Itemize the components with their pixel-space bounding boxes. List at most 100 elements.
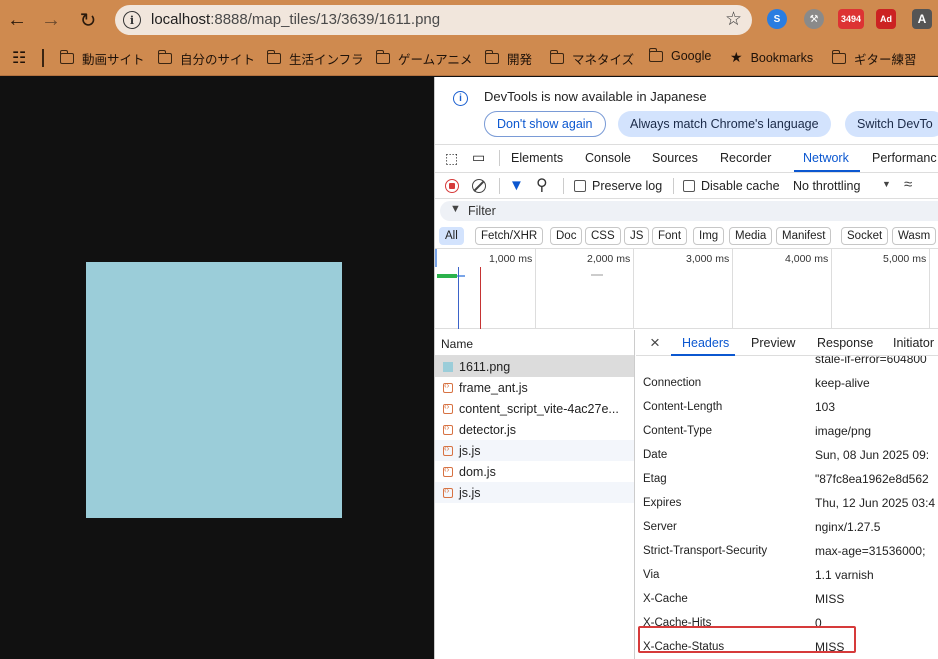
bookmark-folder-8[interactable]: ギター練習 [831,49,917,68]
disable-cache-checkbox[interactable]: Disable cache [683,179,780,193]
address-bar[interactable]: i localhost:8888/map_tiles/13/3639/1611.… [115,5,752,35]
bookmark-folder-1[interactable]: 自分のサイト [157,49,255,68]
request-row[interactable]: js.js [435,440,634,461]
request-row[interactable]: dom.js [435,461,634,482]
profile-icon[interactable]: A [912,9,932,29]
header-key[interactable]: X-Cache [643,593,688,605]
filter-funnel-icon[interactable]: ▼ [509,177,524,194]
header-value[interactable]: 103 [815,400,835,414]
bookmark-star-icon[interactable]: ☆ [725,8,742,31]
dont-show-again-button[interactable]: Don't show again [484,111,606,137]
timeline-label: 5,000 ms [883,253,927,265]
header-value[interactable]: nginx/1.27.5 [815,520,880,534]
request-row[interactable]: content_script_vite-4ac27e... [435,398,634,419]
match-language-button[interactable]: Always match Chrome's language [618,111,831,137]
tab-elements[interactable]: Elements [511,151,563,165]
apps-grid-icon[interactable]: ☷ [12,48,26,68]
clear-icon[interactable] [472,179,486,193]
close-icon[interactable]: × [650,333,660,353]
bookmark-folder-3[interactable]: ゲームアニメ [375,49,473,68]
header-value[interactable]: stale-if-error=604800 [815,356,927,366]
detail-tab-headers[interactable]: Headers [682,336,729,350]
url-text[interactable]: localhost:8888/map_tiles/13/3639/1611.pn… [151,11,440,28]
folder-icon [59,50,74,64]
timeline-handle[interactable] [435,249,437,267]
bookmark-folder-4[interactable]: 開発 [484,49,532,68]
header-key[interactable]: Content-Type [643,425,712,437]
header-value[interactable]: Thu, 12 Jun 2025 03:4 [815,496,935,510]
header-key[interactable]: Content-Length [643,401,722,413]
back-arrow-icon[interactable]: ← [3,6,31,34]
request-row[interactable]: js.js [435,482,634,503]
header-key[interactable]: Expires [643,497,681,509]
type-filter-font[interactable]: Font [652,227,688,245]
info-icon: i [453,91,468,106]
header-key[interactable]: Strict-Transport-Security [643,545,767,557]
header-key[interactable]: Etag [643,473,667,485]
request-row[interactable]: detector.js [435,419,634,440]
header-value[interactable]: keep-alive [815,376,870,390]
folder-icon [484,50,499,64]
network-conditions-icon[interactable]: ≈ [904,176,912,193]
timeline-label: 3,000 ms [686,253,730,265]
tab-performance[interactable]: Performanc [872,151,937,165]
request-row[interactable]: frame_ant.js [435,377,634,398]
type-filter-css[interactable]: CSS [585,227,621,245]
bookmark-folder-2[interactable]: 生活インフラ [266,49,364,68]
forward-arrow-icon[interactable]: → [37,6,65,34]
type-filter-socket[interactable]: Socket [841,227,889,245]
name-column-header[interactable]: Name [435,330,634,356]
type-filter-doc[interactable]: Doc [550,227,583,245]
inspect-element-icon[interactable]: ⬚ [445,150,458,167]
header-key[interactable]: Server [643,521,677,533]
language-infobar: i DevTools is now available in Japanese … [435,77,938,145]
detail-tab-preview[interactable]: Preview [751,336,795,350]
header-key[interactable]: Via [643,569,659,581]
record-icon[interactable] [445,179,459,193]
device-toolbar-icon[interactable]: ▭ [472,149,485,166]
type-filter-media[interactable]: Media [729,227,773,245]
header-value[interactable]: "87fc8ea1962e8d562 [815,472,929,486]
header-value[interactable]: MISS [815,592,844,606]
switch-devtools-button[interactable]: Switch DevTo [845,111,938,137]
header-value[interactable]: Sun, 08 Jun 2025 09: [815,448,929,462]
preserve-log-checkbox[interactable]: Preserve log [574,179,662,193]
bookmark-label: Google [671,49,712,63]
tab-network[interactable]: Network [803,151,849,165]
bookmark-folder-0[interactable]: 動画サイト [59,49,145,68]
blue-swirl-icon[interactable]: S [767,9,787,29]
filter-input[interactable]: ▼ Filter [440,201,938,221]
detail-tab-initiator[interactable]: Initiator [893,336,934,350]
reload-icon[interactable]: ↻ [74,6,102,34]
header-key[interactable]: Connection [643,377,701,389]
type-filter-js[interactable]: JS [624,227,650,245]
mail-badge-icon[interactable]: 3494 [838,9,864,29]
chevron-down-icon[interactable]: ▼ [882,179,891,189]
active-tab-underline [794,170,860,172]
tools-icon[interactable]: ⚒ [804,9,824,29]
type-filter-img[interactable]: Img [693,227,725,245]
type-filter-manifest[interactable]: Manifest [776,227,832,245]
header-value[interactable]: max-age=31536000; [815,544,925,558]
bookmark-folder-5[interactable]: マネタイズ [549,49,634,68]
header-key[interactable]: Date [643,449,667,461]
site-info-icon[interactable]: i [123,11,141,29]
throttling-select[interactable]: No throttling [793,179,860,193]
network-controls: ▼ ⚲ Preserve log Disable cache No thrott… [435,173,938,199]
tab-console[interactable]: Console [585,151,631,165]
bookmark-label: ゲームアニメ [398,53,473,67]
detail-tab-response[interactable]: Response [817,336,873,350]
header-value[interactable]: image/png [815,424,871,438]
type-filter-fetch[interactable]: Fetch/XHR [475,227,544,245]
tab-sources[interactable]: Sources [652,151,698,165]
header-value[interactable]: 1.1 varnish [815,568,874,582]
adblock-icon[interactable]: Ad [876,9,896,29]
type-filter-all[interactable]: All [439,227,464,245]
network-timeline[interactable]: 1,000 ms 2,000 ms 3,000 ms 4,000 ms 5,00… [435,248,938,329]
request-row[interactable]: 1611.png [435,356,634,377]
type-filter-wasm[interactable]: Wasm [892,227,937,245]
search-icon[interactable]: ⚲ [536,175,548,195]
bookmark-folder-6[interactable]: Google [648,47,712,63]
tab-recorder[interactable]: Recorder [720,151,771,165]
bookmark-bookmarks[interactable]: ★ Bookmarks [730,49,813,66]
